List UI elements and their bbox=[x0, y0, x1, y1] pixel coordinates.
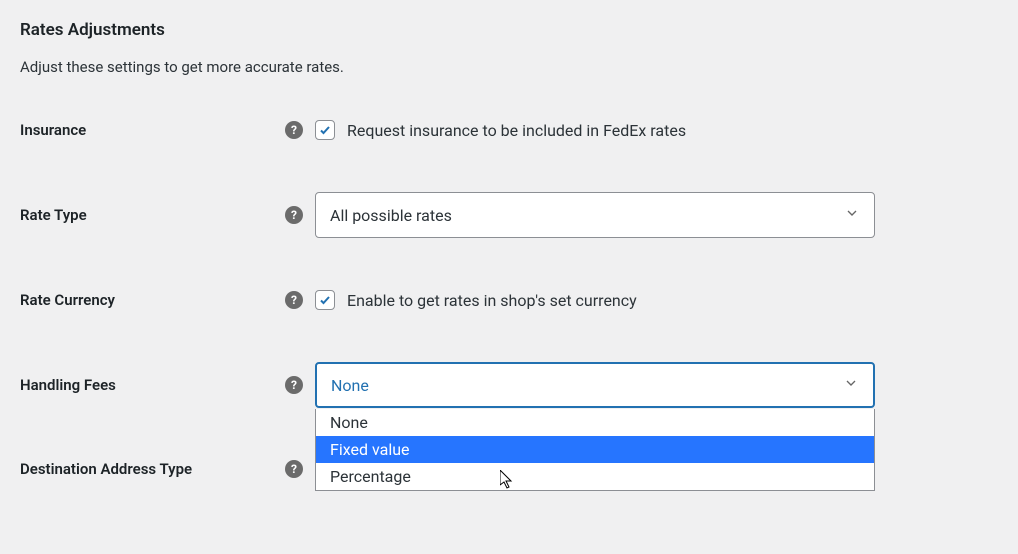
select-handling-fees-value: None bbox=[331, 376, 369, 395]
checkbox-rate-currency[interactable] bbox=[315, 290, 335, 310]
dropdown-option-fixed-value[interactable]: Fixed value bbox=[316, 436, 874, 463]
field-rate-type: All possible rates bbox=[315, 192, 998, 238]
field-rate-currency: Enable to get rates in shop's set curren… bbox=[315, 290, 998, 310]
checkbox-insurance[interactable] bbox=[315, 120, 335, 140]
label-handling-fees-text: Handling Fees bbox=[20, 376, 116, 394]
chevron-down-icon bbox=[843, 375, 859, 395]
label-insurance: Insurance ? bbox=[20, 121, 315, 139]
label-destination-address-type-text: Destination Address Type bbox=[20, 460, 192, 478]
help-icon[interactable]: ? bbox=[285, 121, 303, 139]
row-rate-type: Rate Type ? All possible rates bbox=[20, 192, 998, 238]
field-handling-fees: None None Fixed value Percentage bbox=[315, 362, 998, 408]
select-rate-type-value: All possible rates bbox=[330, 206, 452, 225]
field-insurance: Request insurance to be included in FedE… bbox=[315, 120, 998, 140]
label-rate-type: Rate Type ? bbox=[20, 206, 315, 224]
help-icon[interactable]: ? bbox=[285, 376, 303, 394]
help-icon[interactable]: ? bbox=[285, 206, 303, 224]
select-handling-fees[interactable]: None bbox=[315, 362, 875, 408]
row-insurance: Insurance ? Request insurance to be incl… bbox=[20, 120, 998, 140]
label-handling-fees: Handling Fees ? bbox=[20, 376, 315, 394]
section-description: Adjust these settings to get more accura… bbox=[20, 58, 998, 76]
dropdown-option-none[interactable]: None bbox=[316, 409, 874, 436]
section-heading: Rates Adjustments bbox=[20, 20, 998, 40]
row-handling-fees: Handling Fees ? None None Fixed value Pe… bbox=[20, 362, 998, 408]
label-rate-type-text: Rate Type bbox=[20, 206, 87, 224]
label-rate-currency-text: Rate Currency bbox=[20, 291, 115, 309]
label-insurance-text: Insurance bbox=[20, 121, 86, 139]
checkbox-insurance-label: Request insurance to be included in FedE… bbox=[347, 121, 686, 140]
help-icon[interactable]: ? bbox=[285, 291, 303, 309]
label-destination-address-type: Destination Address Type ? bbox=[20, 460, 315, 478]
chevron-down-icon bbox=[844, 205, 860, 225]
label-rate-currency: Rate Currency ? bbox=[20, 291, 315, 309]
help-icon[interactable]: ? bbox=[285, 460, 303, 478]
dropdown-handling-fees: None Fixed value Percentage bbox=[315, 409, 875, 491]
dropdown-option-percentage[interactable]: Percentage bbox=[316, 463, 874, 490]
select-rate-type[interactable]: All possible rates bbox=[315, 192, 875, 238]
checkbox-rate-currency-label: Enable to get rates in shop's set curren… bbox=[347, 291, 637, 310]
row-rate-currency: Rate Currency ? Enable to get rates in s… bbox=[20, 290, 998, 310]
